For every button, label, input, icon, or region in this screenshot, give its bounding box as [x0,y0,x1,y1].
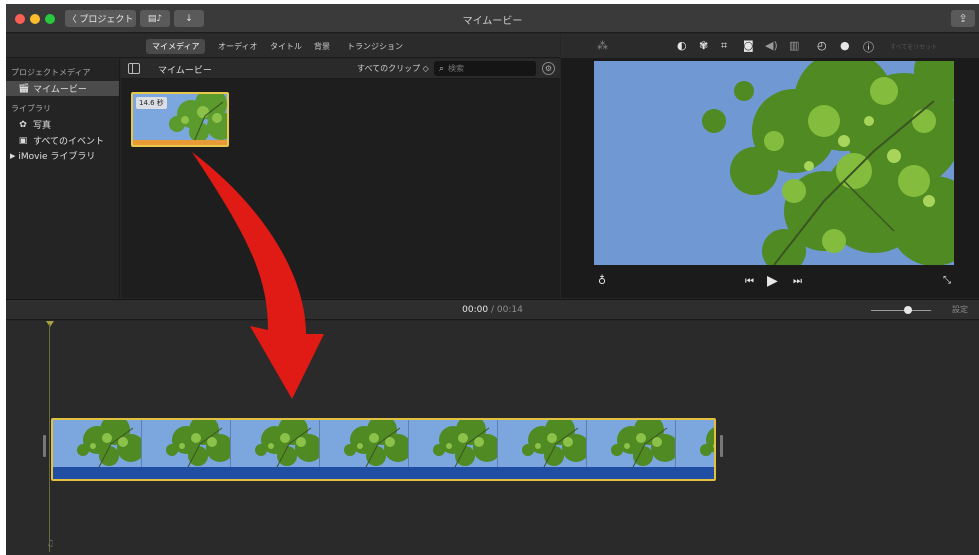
tab-titles[interactable]: タイトル [264,39,308,54]
microphone-icon[interactable]: ♁ [598,274,606,287]
media-browser: マイムービー すべてのクリップ ◇ ⌕ ⚙ 14.6 秒 [121,59,560,298]
timecode: 00:00 / 00:14 [6,305,979,315]
color-correction-icon[interactable]: ✾ [699,39,708,52]
clip-duration-badge: 14.6 秒 [136,97,167,109]
tab-transitions[interactable]: トランジション [341,39,409,54]
filmstrip-frame [587,420,676,467]
video-preview[interactable] [594,61,954,265]
playback-controls: ♁ ⏮ ▶ ⏭ ⤡ [561,268,979,298]
skip-back-icon[interactable]: ⏮ [745,276,754,287]
search-input[interactable] [448,64,529,73]
sidebar-toggle-icon[interactable] [128,63,140,74]
volume-icon[interactable]: ◀) [765,39,778,52]
share-button[interactable]: ⇪ [951,10,975,27]
noise-eq-icon[interactable]: ▥ [789,39,799,52]
sidebar-item-photos[interactable]: ✿ 写真 [6,117,119,132]
tab-backgrounds[interactable]: 背景 [308,39,336,54]
playhead-marker[interactable] [46,321,54,327]
sidebar-item-label: マイムービー [33,85,87,95]
filmstrip-frame [498,420,587,467]
reset-all-button[interactable]: すべてをリセット [890,42,937,51]
timeline-zoom-slider[interactable] [871,310,931,311]
fullscreen-icon[interactable]: ⤡ [943,275,951,286]
filmstrip-frame [676,420,714,467]
library-sidebar: プロジェクトメディア 🎬︎ マイムービー ライブラリ ✿ 写真 ▣ すべてのイベ… [6,59,120,298]
sidebar-item-label: iMovie ライブラリ [18,152,96,162]
project-media-heading: プロジェクトメディア [11,68,91,77]
library-heading: ライブラリ [11,104,51,113]
playhead[interactable] [49,324,50,552]
timeline-header: 00:00 / 00:14 設定 [6,299,979,320]
stabilization-icon[interactable]: ◙ [743,39,754,52]
filmstrip-frame [231,420,320,467]
sidebar-item-label: すべてのイベント [33,137,105,147]
window-title: マイムービー [462,16,523,27]
time-separator: / [488,305,497,315]
disclosure-triangle-icon[interactable]: ▶ [10,152,15,160]
imovie-window: 〈 プロジェクト ▤♪ ↓ マイムービー ⇪ マイメディア オーディオ タイトル… [6,4,979,555]
timeline[interactable]: ♫ [6,321,979,555]
crop-icon[interactable]: ⌗ [721,39,727,53]
tab-audio[interactable]: オーディオ [212,39,263,54]
media-tab-bar: マイメディア オーディオ タイトル 背景 トランジション [6,34,560,58]
filmstrip-frame [142,420,231,467]
music-note-icon: ♫ [46,539,55,549]
project-duration: 00:14 [496,305,523,315]
sidebar-item-label: 写真 [33,121,52,131]
clip-trim-handle-left[interactable] [43,435,46,457]
filter-icon[interactable]: ● [840,39,850,52]
tab-my-media[interactable]: マイメディア [146,39,206,54]
play-icon[interactable]: ▶ [767,273,778,289]
title-bar: 〈 プロジェクト ▤♪ ↓ マイムービー ⇪ [6,4,979,33]
zoom-slider-knob[interactable] [904,306,912,314]
filmstrip-frame [409,420,498,467]
adjustments-toolbar: ⁂ ◐ ✾ ⌗ ◙ ◀) ▥ ◴ ● ⓘ すべてをリセット [561,34,979,58]
magic-wand-icon[interactable]: ⁂ [597,39,608,52]
leaf-video-frame [594,61,954,265]
skip-forward-icon[interactable]: ⏭ [793,276,802,287]
share-icon: ⇪ [958,12,968,25]
color-balance-icon[interactable]: ◐ [677,39,687,52]
sidebar-item-imovie-library[interactable]: ▶ iMovie ライブラリ [6,148,119,163]
current-time: 00:00 [462,305,489,315]
filmstrip-frame [53,420,142,467]
search-icon: ⌕ [439,63,445,74]
timeline-video-clip[interactable] [51,418,716,481]
browser-header: マイムービー すべてのクリップ ◇ ⌕ ⚙ [121,59,560,79]
sidebar-item-project[interactable]: 🎬︎ マイムービー [6,81,119,96]
browser-settings-icon[interactable]: ⚙ [542,62,555,75]
clip-trim-handle-right[interactable] [720,435,723,457]
filmstrip-frame [320,420,409,467]
events-icon: ▣ [18,135,28,146]
photos-icon: ✿ [19,119,27,130]
speed-icon[interactable]: ◴ [817,39,827,52]
search-field[interactable]: ⌕ [434,61,536,76]
timeline-settings-button[interactable]: 設定 [952,304,968,315]
media-clip-thumbnail[interactable]: 14.6 秒 [131,92,229,147]
sidebar-item-all-events[interactable]: ▣ すべてのイベント [6,133,119,148]
browser-title: マイムービー [158,66,212,76]
info-icon[interactable]: ⓘ [863,39,874,55]
clip-usage-bar [133,140,227,145]
video-viewer: ♁ ⏮ ▶ ⏭ ⤡ [561,58,979,298]
clip-audio-bar [53,467,714,479]
clapper-icon: 🎬︎ [18,83,30,94]
clip-filter-select[interactable]: すべてのクリップ ◇ [357,63,429,74]
